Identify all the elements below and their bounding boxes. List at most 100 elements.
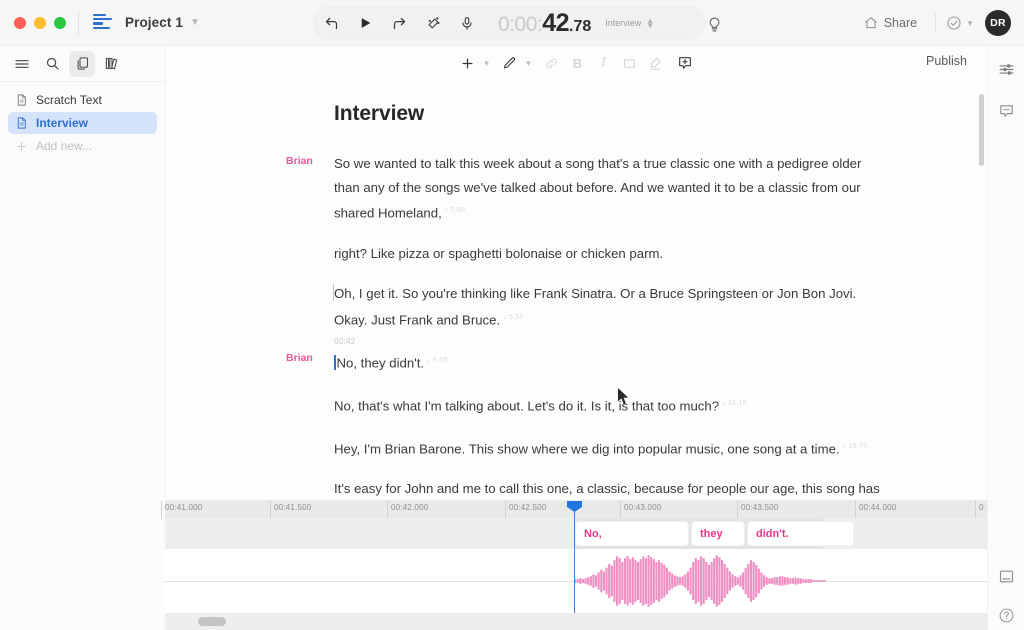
timeline-tick: 00:42.000 (387, 501, 428, 518)
transcript-paragraph[interactable]: Brian So we wanted to talk this week abou… (286, 152, 882, 225)
inline-gap-marker[interactable]: 5.55 (503, 314, 524, 321)
link-icon[interactable] (539, 51, 563, 75)
library-icon[interactable] (99, 51, 125, 77)
magic-wand-icon[interactable] (416, 6, 450, 40)
waveform-track[interactable] (165, 549, 987, 613)
pen-icon[interactable] (498, 51, 522, 75)
rectangle-icon[interactable] (617, 51, 641, 75)
paragraph-text[interactable]: Oh, I get it. So you're thinking like Fr… (334, 282, 882, 331)
paragraph-body: No, they didn't. (336, 355, 425, 371)
text-cursor (334, 355, 336, 371)
window-controls[interactable] (0, 16, 66, 29)
sidebar-item-label: Add new... (36, 139, 93, 153)
timecode-fraction: .78 (569, 17, 592, 35)
divider (78, 11, 79, 34)
maximize-window-button[interactable] (54, 16, 66, 29)
transcript-paragraph[interactable]: Oh, I get it. So you're thinking like Fr… (333, 282, 882, 331)
word-label: No, (584, 527, 602, 540)
inline-gap-marker[interactable]: 18.76 (843, 443, 868, 450)
sidebar-item-label: Scratch Text (36, 93, 102, 107)
chevron-down-icon[interactable]: ▼ (966, 19, 974, 28)
divider (935, 13, 937, 33)
sidebar-item-label: Interview (36, 116, 89, 130)
chevron-down-icon[interactable]: ▼ (525, 59, 533, 68)
avatar[interactable]: DR (985, 10, 1011, 36)
layout-panel-icon[interactable] (992, 562, 1020, 590)
paragraph-body: right? Like pizza or spaghetti bolonaise… (334, 245, 664, 261)
waveform-graphic (574, 555, 826, 607)
sidebar: Scratch Text Interview Add new... (0, 46, 165, 630)
paragraph-text[interactable]: No, they didn't.6.05 (334, 349, 882, 375)
inline-gap-marker[interactable]: 31.15 (722, 400, 747, 407)
timecode-display[interactable]: 0:00: 42 .78 (498, 9, 591, 38)
title-bar-right: Share ▼ DR (856, 0, 1024, 46)
timeline-horizontal-scrollbar[interactable] (165, 613, 987, 630)
help-icon[interactable] (992, 601, 1020, 629)
chevron-updown-icon: ▲ ▼ (646, 16, 655, 30)
paragraph-text[interactable]: So we wanted to talk this week about a s… (334, 152, 882, 225)
sidebar-item-add-new[interactable]: Add new... (8, 135, 157, 157)
sliders-icon[interactable] (992, 55, 1020, 83)
descript-logo-icon (93, 13, 113, 32)
timeline-panel[interactable]: 00:41.000 00:41.500 00:42.000 00:42.500 00:4… (161, 500, 987, 630)
timeline-tick: 00:43.000 (620, 501, 661, 518)
speaker-label[interactable]: Brian (286, 155, 313, 167)
save-status-button[interactable]: ▼ (946, 15, 974, 31)
sidebar-item-interview[interactable]: Interview (8, 112, 157, 134)
paragraph-text[interactable]: No, that's what I'm talking about. Let's… (334, 392, 882, 418)
paragraph-text[interactable]: It's easy for John and me to call this o… (334, 477, 882, 500)
transcript-paragraph[interactable]: right? Like pizza or spaghetti bolonaise… (334, 242, 882, 266)
sidebar-item-scratch-text[interactable]: Scratch Text (8, 89, 157, 111)
bold-button[interactable]: B (565, 51, 589, 75)
minimize-window-button[interactable] (34, 16, 46, 29)
italic-button[interactable]: I (591, 51, 615, 75)
close-window-button[interactable] (14, 16, 26, 29)
inline-gap-marker[interactable]: 5.86 (445, 207, 466, 214)
comment-icon[interactable] (992, 97, 1020, 125)
paragraph-body: Hey, I'm Brian Barone. This show where w… (334, 440, 840, 456)
highlighter-icon[interactable] (643, 51, 667, 75)
sidebar-toolbar (0, 46, 165, 82)
timeline-tick: 0 (975, 501, 984, 518)
search-icon[interactable] (39, 51, 65, 77)
publish-button[interactable]: Publish (920, 51, 973, 71)
track-selector[interactable]: Interview ▲ ▼ (605, 16, 655, 30)
share-label: Share (883, 16, 918, 30)
project-name-label[interactable]: Project 1 (125, 15, 183, 30)
timeline-word-lane[interactable]: No, they didn't. (165, 518, 987, 549)
microphone-icon[interactable] (450, 6, 484, 40)
transcript-paragraph[interactable]: Brian 00:42 No, they didn't.6.05 (286, 337, 882, 375)
document-body[interactable]: Interview Brian So we wanted to talk this… (166, 80, 987, 500)
paragraph-text[interactable]: right? Like pizza or spaghetti bolonaise… (334, 242, 882, 266)
speaker-label[interactable]: Brian (286, 352, 313, 364)
lightbulb-icon[interactable] (700, 10, 728, 38)
play-icon[interactable] (348, 6, 382, 40)
paragraph-body: So we wanted to talk this week about a s… (334, 156, 862, 221)
playhead[interactable] (567, 501, 582, 614)
share-button[interactable]: Share (856, 11, 925, 35)
redo-icon[interactable] (382, 6, 416, 40)
scrollbar-thumb[interactable] (198, 617, 226, 626)
timeline-word-block[interactable]: they (692, 522, 744, 545)
menu-icon[interactable] (9, 51, 35, 77)
insert-icon[interactable] (456, 51, 480, 75)
add-comment-icon[interactable] (673, 51, 697, 75)
timeline-tick: 00:41.500 (270, 501, 311, 518)
timecode-hours-minutes: 0:00: (498, 12, 543, 36)
timeline-tick: 00:41.000 (161, 501, 202, 518)
mouse-pointer-icon (618, 388, 630, 405)
timeline-word-block[interactable]: didn't. (748, 522, 853, 545)
inline-gap-marker[interactable]: 6.05 (427, 357, 448, 364)
transcript-paragraph[interactable]: It's easy for John and me to call this o… (334, 477, 882, 500)
timecode-seconds: 42 (542, 8, 570, 37)
chevron-down-icon[interactable]: ▼ (190, 17, 200, 28)
chevron-down-icon[interactable]: ▼ (483, 59, 491, 68)
undo-icon[interactable] (314, 6, 348, 40)
sidebar-item-list: Scratch Text Interview Add new... (0, 82, 165, 157)
paragraph-text[interactable]: Hey, I'm Brian Barone. This show where w… (334, 435, 882, 461)
documents-icon[interactable] (69, 50, 95, 77)
timeline-word-block[interactable]: No, (576, 522, 688, 545)
transcript-paragraph[interactable]: No, that's what I'm talking about. Let's… (334, 392, 882, 418)
transcript-paragraph[interactable]: Hey, I'm Brian Barone. This show where w… (334, 435, 882, 461)
paragraph-body: Oh, I get it. So you're thinking like Fr… (334, 286, 857, 328)
